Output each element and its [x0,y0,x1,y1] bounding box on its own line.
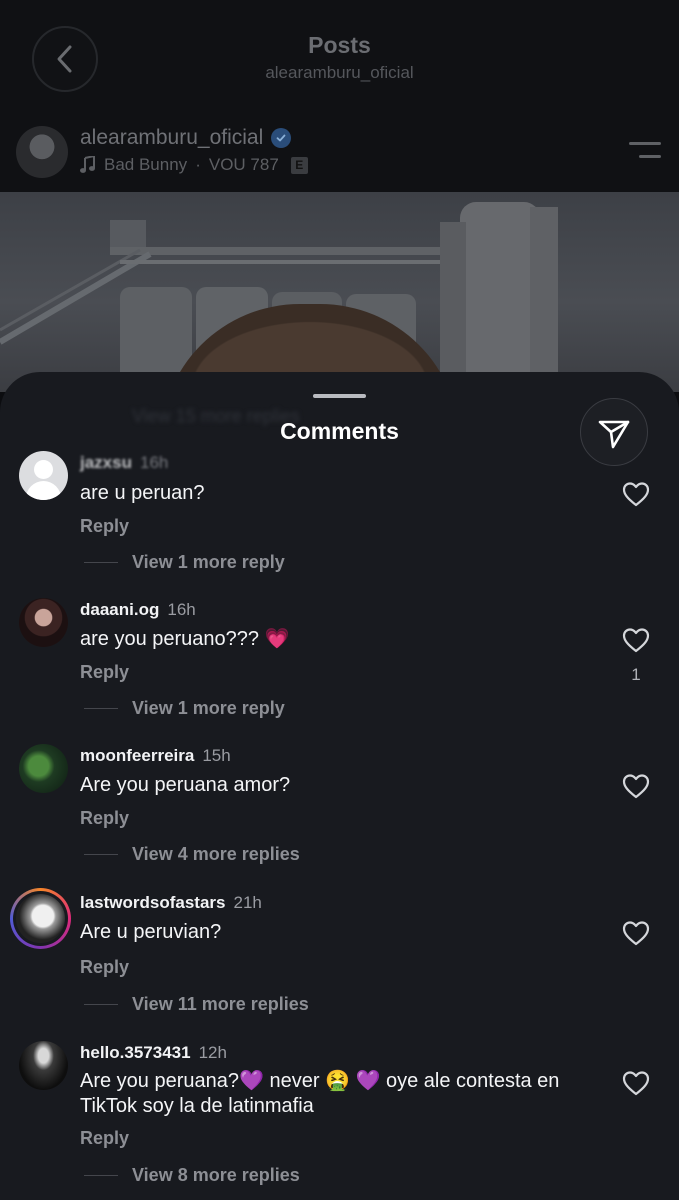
comment-text: Are you peruana?💜 never 🤮 💜 oye ale cont… [80,1070,560,1117]
comment-time: 21h [233,893,262,912]
comment-time: 16h [167,600,196,619]
post-author[interactable]: alearamburu_oficial [80,126,292,150]
avatar[interactable] [19,598,68,647]
heart-outline-icon[interactable] [622,627,650,653]
comment-meta: moonfeerreira 15h [80,746,231,766]
drag-handle[interactable] [313,394,366,398]
comment-username[interactable]: hello.3573431 [80,1043,191,1063]
music-artist: Bad Bunny [104,155,188,174]
view-replies-label: View 4 more replies [132,844,300,864]
comments-title: Comments [280,418,399,444]
avatar[interactable] [19,1041,68,1090]
avatar-story-ring[interactable] [10,888,71,949]
post-header: alearamburu_oficial Bad Bunny · VOU 787 … [0,120,679,192]
explicit-badge: E [290,156,308,174]
heart-outline-icon[interactable] [622,1070,650,1096]
comment-username[interactable]: lastwordsofastars [80,893,226,913]
comment-username[interactable]: moonfeerreira [80,746,194,766]
page-title: Posts [308,32,371,58]
avatar[interactable] [19,451,68,500]
share-button[interactable] [580,398,648,466]
view-replies-label: View 11 more replies [132,994,309,1014]
heart-outline-icon[interactable] [622,773,650,799]
post-photo [0,192,679,392]
comment-username[interactable]: jazxsu [80,453,132,473]
view-replies-button[interactable]: View 11 more replies [84,994,309,1015]
music-note-icon [80,156,95,173]
reply-button[interactable]: Reply [80,957,129,978]
top-bar: Posts alearamburu_oficial [0,0,679,120]
comment-time: 16h [139,453,169,472]
like-count: 1 [631,665,641,684]
comment-meta: hello.3573431 12h [80,1043,227,1063]
comment-meta: jazxsu 16h [80,453,168,473]
comment-time: 12h [198,1043,227,1062]
view-replies-button[interactable]: View 8 more replies [84,1165,300,1186]
view-replies-label: View 1 more reply [132,552,285,572]
post-music[interactable]: Bad Bunny · VOU 787 E [80,155,308,175]
comment-text: Are you peruana amor? [80,774,291,796]
view-replies-button[interactable]: View 1 more reply [84,552,285,573]
page-subtitle: alearamburu_oficial [265,63,414,82]
reply-button[interactable]: Reply [80,1128,129,1149]
post-author-avatar[interactable] [16,126,68,178]
view-replies-button[interactable]: View 1 more reply [84,698,285,719]
music-separator: · [195,155,201,174]
comments-sheet: View 15 more replies Comments jazxsu 16h… [0,372,679,1200]
comment-username[interactable]: daaani.og [80,600,159,620]
comment-text: are u peruan? [80,482,205,504]
avatar[interactable] [19,744,68,793]
view-replies-button[interactable]: View 4 more replies [84,844,300,865]
verified-check-icon [271,128,292,148]
comment-text: are you peruano??? 💗 [80,628,290,650]
reply-button[interactable]: Reply [80,516,129,537]
paper-plane-icon [598,420,630,449]
comment-meta: lastwordsofastars 21h [80,893,262,913]
post-author-name: alearamburu_oficial [80,126,264,149]
reply-button[interactable]: Reply [80,662,129,683]
comment-meta: daaani.og 16h [80,600,196,620]
view-replies-label: View 1 more reply [132,698,285,718]
reply-button[interactable]: Reply [80,808,129,829]
heart-outline-icon[interactable] [622,481,650,507]
comment-time: 15h [202,746,231,765]
heart-outline-icon[interactable] [622,920,650,946]
avatar [16,894,65,943]
comment-text: Are u peruvian? [80,921,222,943]
menu-lines-icon[interactable] [629,142,661,162]
view-replies-label: View 8 more replies [132,1165,300,1185]
music-title: VOU 787 [208,155,279,174]
